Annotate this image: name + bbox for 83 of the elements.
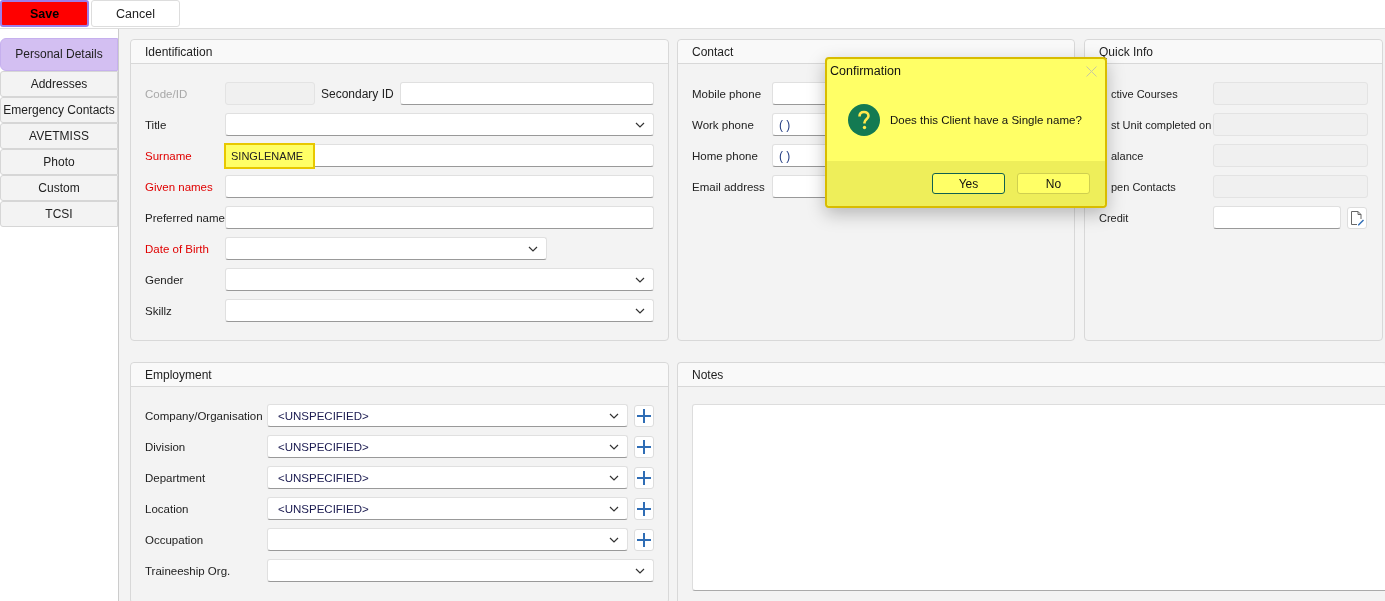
add-button[interactable] [634, 466, 654, 489]
dropdown-field[interactable] [267, 528, 628, 551]
panel-title: Quick Info [1099, 44, 1154, 59]
panel-title: Employment [145, 367, 212, 382]
highlighted-value: SINGLENAME [224, 142, 316, 169]
field-label: pen Contacts [1110, 180, 1177, 193]
chevron-down-icon [609, 505, 619, 512]
field-label: Date of Birth [145, 242, 210, 255]
side-tab[interactable]: AVETMISS [0, 123, 118, 149]
dialog-button[interactable]: No [1017, 173, 1090, 194]
field-label: Location [145, 502, 190, 515]
dropdown-field[interactable] [267, 559, 654, 582]
field-label: Home phone [692, 149, 759, 162]
dropdown-field[interactable]: <UNSPECIFIED> [267, 435, 628, 458]
question-icon [848, 104, 880, 136]
field-label: Division [145, 440, 187, 453]
input-field[interactable] [225, 206, 654, 229]
field-label: Company/Organisation [145, 409, 264, 422]
field-label: Credit [1099, 211, 1130, 224]
plus-icon [637, 408, 651, 423]
field-label: st Unit completed on [1110, 118, 1213, 131]
field-label: Code/ID [145, 87, 189, 100]
side-tab[interactable]: Addresses [0, 71, 118, 97]
dialog-title: Confirmation [830, 64, 901, 78]
dropdown-field[interactable] [225, 237, 547, 260]
toolbar-button[interactable]: Cancel [91, 0, 180, 27]
close-icon[interactable] [1086, 65, 1097, 77]
chevron-down-icon [609, 474, 619, 481]
dropdown-field[interactable]: <UNSPECIFIED> [267, 497, 628, 520]
field-label: ctive Courses [1110, 87, 1179, 100]
chevron-down-icon [528, 245, 538, 252]
side-tab[interactable]: Custom [0, 175, 118, 201]
dropdown-field[interactable] [225, 113, 654, 136]
field-label: Given names [145, 180, 214, 193]
notes-field[interactable] [692, 404, 1385, 591]
field-label: Traineeship Org. [145, 564, 232, 577]
field-label: Gender [145, 273, 185, 286]
field-label: alance [1110, 149, 1145, 162]
input-field[interactable] [399, 82, 654, 105]
dropdown-field[interactable]: <UNSPECIFIED> [267, 404, 628, 427]
chevron-down-icon [635, 307, 645, 314]
field-label: Skillz [145, 304, 173, 317]
field-label: Mobile phone [692, 87, 763, 100]
edit-button[interactable] [1347, 206, 1367, 229]
plus-icon [637, 532, 651, 547]
side-tab[interactable]: TCSI [0, 201, 118, 227]
plus-icon [637, 470, 651, 485]
input-field[interactable]: SINGLENAME [225, 144, 654, 167]
field-label: Work phone [692, 118, 755, 131]
field-label: Email address [692, 180, 766, 193]
document-pencil-icon [1350, 209, 1364, 226]
input-field[interactable] [1213, 206, 1341, 229]
dropdown-field[interactable]: <UNSPECIFIED> [267, 466, 628, 489]
add-button[interactable] [634, 404, 654, 427]
chevron-down-icon [635, 121, 645, 128]
toolbar-button[interactable]: Save [0, 0, 89, 27]
field-label: Secondary ID [321, 86, 394, 101]
field-label: Title [145, 118, 168, 131]
side-tab[interactable]: Emergency Contacts [0, 97, 118, 123]
dialog-message: Does this Client have a Single name? [890, 114, 1082, 126]
chevron-down-icon [609, 443, 619, 450]
panel-title: Notes [692, 367, 724, 382]
field-label: Occupation [145, 533, 205, 546]
plus-icon [637, 439, 651, 454]
chevron-down-icon [635, 567, 645, 574]
panel-title: Identification [145, 44, 213, 59]
add-button[interactable] [634, 528, 654, 551]
add-button[interactable] [634, 497, 654, 520]
add-button[interactable] [634, 435, 654, 458]
dropdown-field[interactable] [225, 299, 654, 322]
chevron-down-icon [609, 536, 619, 543]
field-label: Department [145, 471, 207, 484]
side-tab[interactable]: Personal Details [0, 38, 118, 71]
chevron-down-icon [635, 276, 645, 283]
dialog-button[interactable]: Yes [932, 173, 1005, 194]
plus-icon [637, 501, 651, 516]
panel-title: Contact [692, 44, 734, 59]
chevron-down-icon [609, 412, 619, 419]
input-field[interactable] [225, 175, 654, 198]
side-tab[interactable]: Photo [0, 149, 118, 175]
field-label: Preferred name [145, 211, 225, 224]
field-label: Surname [145, 149, 193, 162]
dropdown-field[interactable] [225, 268, 654, 291]
